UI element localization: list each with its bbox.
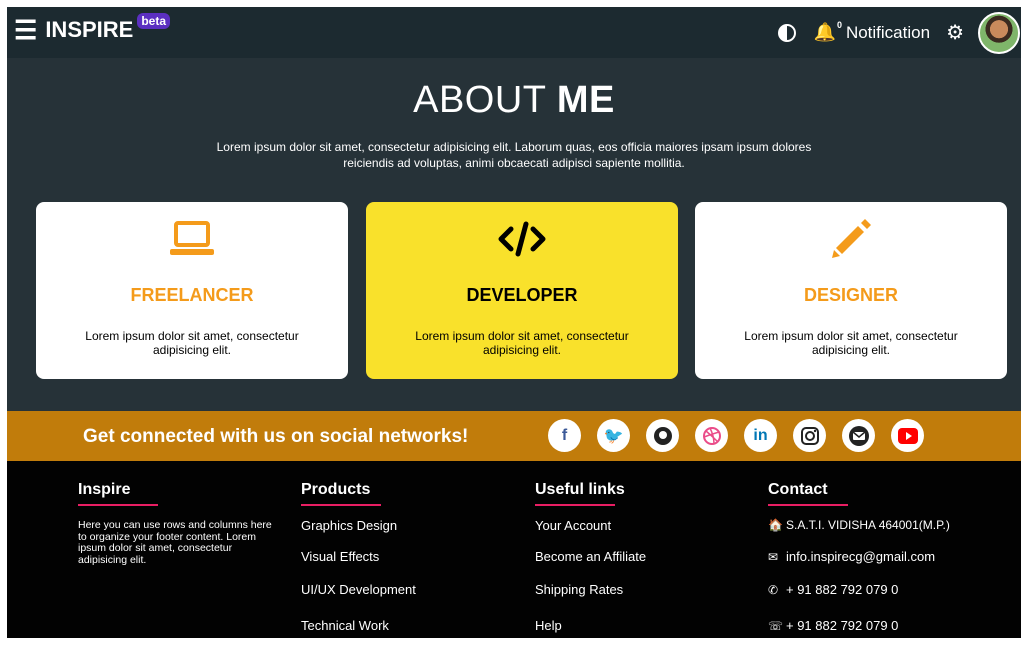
brand-name: INSPIRE: [45, 17, 134, 42]
contact-address: 🏠 S.A.T.I. VIDISHA 464001(M.P.): [768, 518, 950, 532]
linkedin-icon[interactable]: in: [744, 419, 777, 452]
envelope-icon: ✉: [768, 550, 779, 564]
footer-link[interactable]: Help: [535, 618, 562, 633]
footer-heading: Useful links: [535, 481, 625, 506]
whatsapp-text: + 91 882 792 079 0: [786, 618, 899, 633]
card-developer[interactable]: DEVELOPER Lorem ipsum dolor sit amet, co…: [366, 202, 678, 379]
dribbble-icon[interactable]: [695, 419, 728, 452]
social-icons: f 🐦 in: [548, 419, 940, 452]
footer-contact: Contact 🏠 S.A.T.I. VIDISHA 464001(M.P.) ✉…: [768, 481, 1018, 638]
page: ☰ INSPIRE beta 🔔 0 Notification ⚙ ABOUT M…: [7, 7, 1021, 638]
card-text: Lorem ipsum dolor sit amet, consectetur …: [415, 329, 629, 357]
footer-description: Here you can use rows and columns here t…: [78, 519, 272, 566]
email-text: info.inspirecg@gmail.com: [786, 549, 936, 564]
page-title: ABOUT ME: [7, 79, 1021, 122]
code-icon: [366, 216, 678, 262]
pencil-icon: [695, 216, 1007, 262]
navbar: ☰ INSPIRE beta 🔔 0 Notification ⚙: [7, 7, 1021, 58]
beta-badge: beta: [137, 13, 171, 29]
contact-phone[interactable]: ✆ + 91 882 792 079 0: [768, 582, 898, 597]
footer-products: Products Graphics Design Visual Effects …: [301, 481, 501, 638]
footer-inspire: Inspire Here you can use rows and column…: [78, 481, 278, 566]
laptop-icon: [36, 216, 348, 262]
footer-link[interactable]: UI/UX Development: [301, 582, 416, 597]
card-title: DEVELOPER: [466, 285, 578, 305]
youtube-icon[interactable]: [891, 419, 924, 452]
footer-link[interactable]: Shipping Rates: [535, 582, 623, 597]
contact-whatsapp[interactable]: ☏ + 91 882 792 079 0: [768, 618, 898, 633]
footer: Inspire Here you can use rows and column…: [7, 461, 1021, 638]
phone-text: + 91 882 792 079 0: [786, 582, 899, 597]
footer-heading: Contact: [768, 481, 848, 506]
bell-icon[interactable]: 🔔 0: [814, 20, 842, 43]
social-band: Get connected with us on social networks…: [7, 411, 1021, 461]
phone-icon: ✆: [768, 583, 779, 597]
card-designer[interactable]: DESIGNER Lorem ipsum dolor sit amet, con…: [695, 202, 1007, 379]
card-text: Lorem ipsum dolor sit amet, consectetur …: [744, 329, 958, 357]
footer-heading: Products: [301, 481, 382, 506]
whatsapp-icon: ☏: [768, 619, 784, 633]
footer-useful-links: Useful links Your Account Become an Affi…: [535, 481, 735, 638]
card-freelancer[interactable]: FREELANCER Lorem ipsum dolor sit amet, c…: [36, 202, 348, 379]
notification-count: 0: [836, 20, 842, 30]
contrast-icon[interactable]: [777, 23, 796, 42]
navbar-actions: 🔔 0 Notification ⚙: [777, 7, 1021, 58]
home-icon: 🏠: [768, 518, 783, 532]
footer-link[interactable]: Visual Effects: [301, 549, 379, 564]
footer-link[interactable]: Graphics Design: [301, 518, 397, 533]
footer-link[interactable]: Become an Affiliate: [535, 549, 646, 564]
footer-heading: Inspire: [78, 481, 159, 506]
email-icon[interactable]: [842, 419, 875, 452]
menu-icon[interactable]: ☰: [14, 17, 37, 43]
card-title: FREELANCER: [130, 285, 254, 305]
social-heading: Get connected with us on social networks…: [83, 426, 469, 447]
card-title: DESIGNER: [803, 285, 899, 305]
gear-icon[interactable]: ⚙: [946, 20, 964, 45]
footer-link[interactable]: Technical Work: [301, 618, 389, 633]
card-text: Lorem ipsum dolor sit amet, consectetur …: [85, 329, 299, 357]
facebook-icon[interactable]: f: [548, 419, 581, 452]
twitter-icon[interactable]: 🐦: [597, 419, 630, 452]
avatar[interactable]: [978, 11, 1020, 54]
github-icon[interactable]: [646, 419, 679, 452]
title-bold: ME: [556, 79, 615, 121]
instagram-icon[interactable]: [793, 419, 826, 452]
notification-link[interactable]: Notification: [846, 23, 930, 43]
contact-email[interactable]: ✉ info.inspirecg@gmail.com: [768, 549, 935, 564]
title-light: ABOUT: [413, 79, 557, 121]
brand[interactable]: ☰ INSPIRE beta: [14, 13, 171, 43]
about-description: Lorem ipsum dolor sit amet, consectetur …: [216, 140, 812, 170]
address-text: S.A.T.I. VIDISHA 464001(M.P.): [786, 518, 950, 532]
footer-link[interactable]: Your Account: [535, 518, 611, 533]
